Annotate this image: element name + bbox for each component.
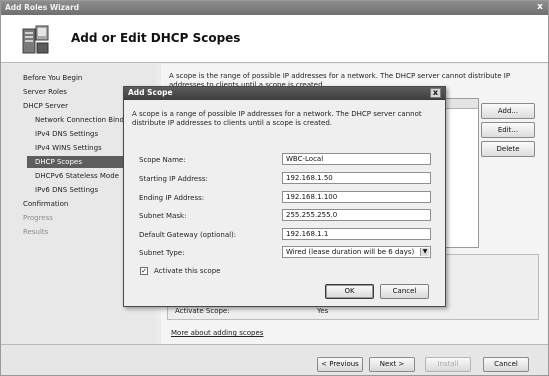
activate-scope-label: Activate Scope:	[175, 307, 230, 315]
next-button[interactable]: Next >	[369, 357, 415, 372]
cancel-wizard-button[interactable]: Cancel	[483, 357, 529, 372]
nav-item-dhcp-server[interactable]: DHCP Server	[23, 102, 68, 110]
nav-item-ipv6-dns-settings[interactable]: IPv6 DNS Settings	[35, 186, 98, 194]
ok-button[interactable]: OK	[325, 284, 374, 299]
starting-ip-field[interactable]: 192.168.1.50	[282, 172, 431, 184]
subnet-type-label: Subnet Type:	[139, 249, 185, 257]
edit-scope-button[interactable]: Edit...	[481, 122, 535, 138]
wizard-close-icon[interactable]: x	[535, 2, 545, 13]
wizard-title: Add Roles Wizard	[5, 3, 80, 12]
nav-item-results: Results	[23, 228, 49, 236]
nav-item-dhcpv6-stateless-mode[interactable]: DHCPv6 Stateless Mode	[35, 172, 119, 180]
ending-ip-field[interactable]: 192.168.1.100	[282, 191, 431, 203]
scope-name-field[interactable]: WBC-Local	[282, 153, 431, 165]
nav-item-ipv4-wins-settings[interactable]: IPv4 WINS Settings	[35, 144, 102, 152]
add-scope-button[interactable]: Add...	[481, 103, 535, 119]
cancel-button[interactable]: Cancel	[380, 284, 429, 299]
dialog-title-bar: Add Scope x	[124, 87, 445, 100]
wizard-title-bar: Add Roles Wizard x	[1, 1, 548, 15]
add-scope-dialog: Add Scope x A scope is a range of possib…	[123, 86, 446, 307]
ending-ip-label: Ending IP Address:	[139, 194, 205, 202]
nav-item-server-roles[interactable]: Server Roles	[23, 88, 67, 96]
default-gateway-label: Default Gateway (optional):	[139, 231, 237, 239]
scope-name-label: Scope Name:	[139, 156, 186, 164]
more-about-adding-scopes-link[interactable]: More about adding scopes	[171, 329, 263, 337]
activate-scope-value: Yes	[317, 307, 329, 315]
starting-ip-label: Starting IP Address:	[139, 175, 208, 183]
nav-item-confirmation[interactable]: Confirmation	[23, 200, 68, 208]
nav-item-progress: Progress	[23, 214, 53, 222]
wizard-header: Add or Edit DHCP Scopes	[1, 15, 548, 63]
nav-item-before-you-begin[interactable]: Before You Begin	[23, 74, 82, 82]
page-title: Add or Edit DHCP Scopes	[71, 31, 241, 45]
subnet-type-value: Wired (lease duration will be 6 days)	[286, 248, 415, 256]
dialog-title: Add Scope	[128, 88, 173, 97]
install-button: Install	[425, 357, 471, 372]
dialog-close-icon[interactable]: x	[430, 88, 441, 98]
server-roles-icon	[22, 25, 49, 54]
default-gateway-field[interactable]: 192.168.1.1	[282, 228, 431, 240]
dialog-description: A scope is a range of possible IP addres…	[132, 110, 422, 127]
subnet-mask-label: Subnet Mask:	[139, 212, 187, 220]
nav-item-ipv4-dns-settings[interactable]: IPv4 DNS Settings	[35, 130, 98, 138]
wizard-footer: < Previous Next > Install Cancel	[1, 344, 548, 375]
previous-button[interactable]: < Previous	[317, 357, 363, 372]
delete-scope-button[interactable]: Delete	[481, 141, 535, 157]
activate-scope-checkbox-label[interactable]: Activate this scope	[154, 267, 220, 275]
subnet-mask-field[interactable]: 255.255.255.0	[282, 209, 431, 221]
subnet-type-select[interactable]: Wired (lease duration will be 6 days) ▼	[282, 246, 431, 258]
chevron-down-icon[interactable]: ▼	[420, 248, 429, 256]
activate-scope-checkbox[interactable]: ✓	[140, 267, 148, 275]
